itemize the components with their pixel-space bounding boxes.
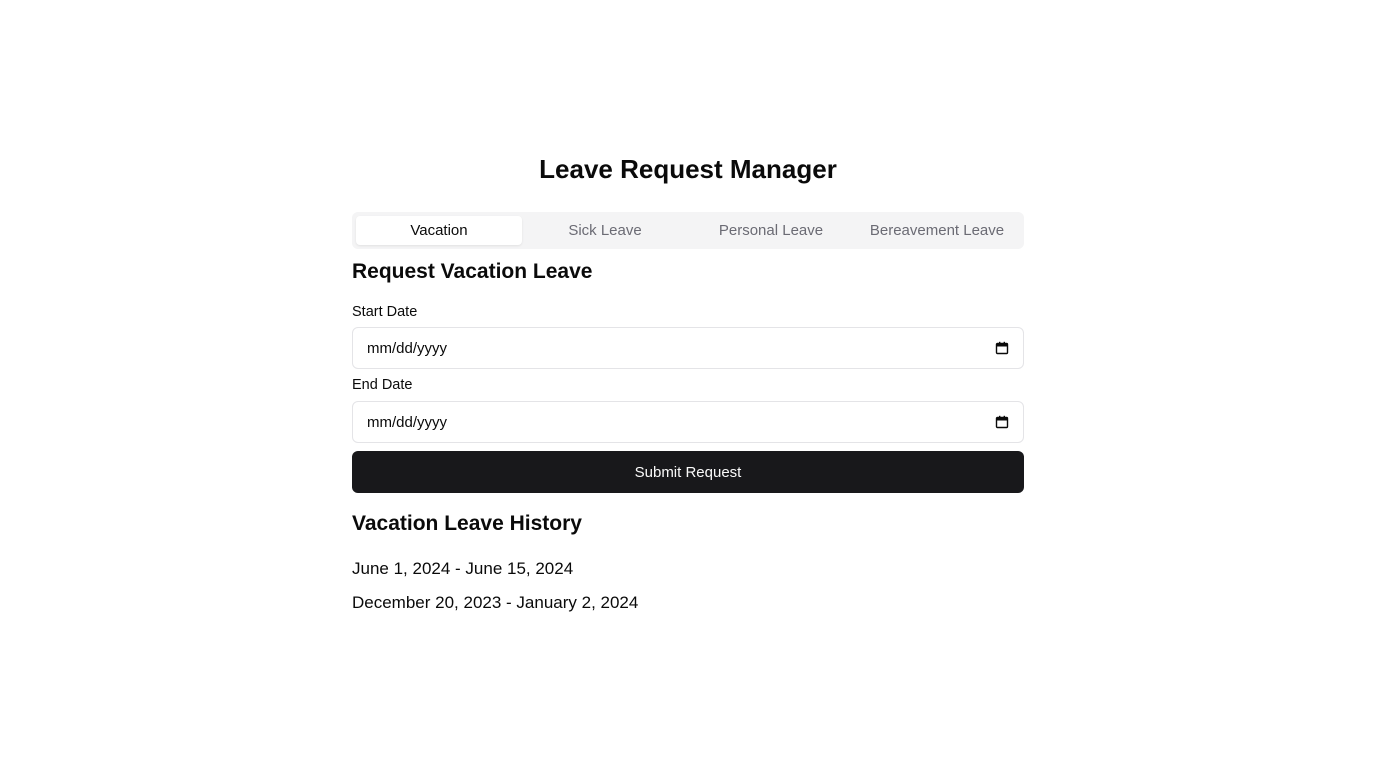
- start-date-input[interactable]: mm/dd/yyyy: [352, 327, 1024, 369]
- history-title: Vacation Leave History: [352, 512, 582, 535]
- submit-request-button[interactable]: Submit Request: [352, 451, 1024, 493]
- tab-vacation[interactable]: Vacation: [356, 216, 522, 245]
- start-date-label: Start Date: [352, 304, 418, 320]
- calendar-icon[interactable]: [995, 341, 1009, 355]
- start-date-placeholder: mm/dd/yyyy: [367, 339, 448, 357]
- history-list-item: December 20, 2023 - January 2, 2024: [352, 593, 639, 612]
- page-title: Leave Request Manager: [539, 154, 837, 184]
- end-date-placeholder: mm/dd/yyyy: [367, 413, 448, 431]
- calendar-icon[interactable]: [995, 415, 1009, 429]
- end-date-input[interactable]: mm/dd/yyyy: [352, 401, 1024, 443]
- request-form-title: Request Vacation Leave: [352, 260, 593, 283]
- tab-personal-leave[interactable]: Personal Leave: [688, 216, 854, 245]
- history-list-item: June 1, 2024 - June 15, 2024: [352, 559, 574, 578]
- end-date-label: End Date: [352, 377, 413, 393]
- tab-bereavement-leave[interactable]: Bereavement Leave: [854, 216, 1020, 245]
- tab-sick-leave[interactable]: Sick Leave: [522, 216, 688, 245]
- leave-type-tabs: Vacation Sick Leave Personal Leave Berea…: [352, 212, 1024, 249]
